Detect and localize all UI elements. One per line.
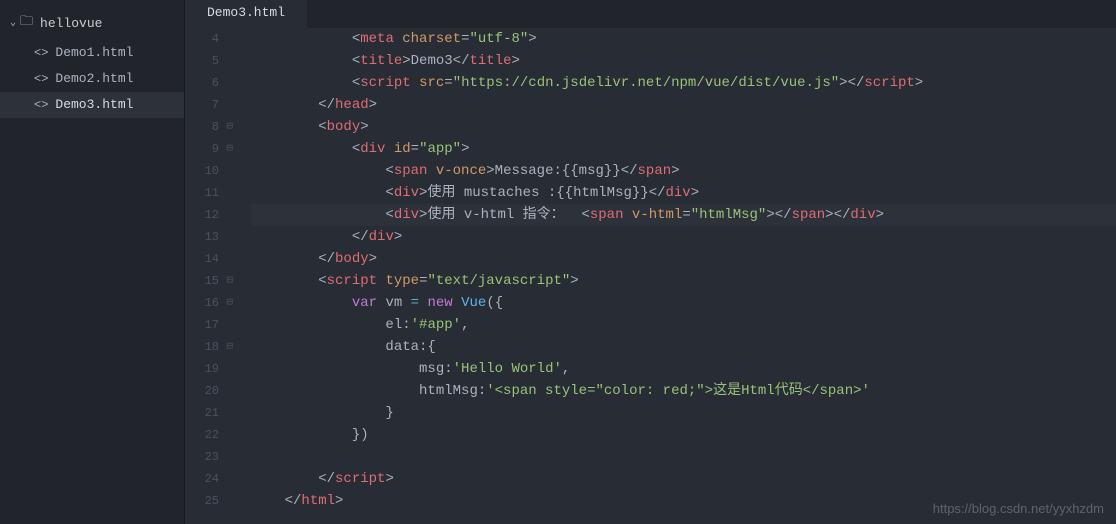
line-number: 23 bbox=[185, 446, 219, 468]
line-number: 6 bbox=[185, 72, 219, 94]
code-line[interactable]: <body> bbox=[251, 116, 1116, 138]
code-line[interactable]: <div>使用 mustaches :{{htmlMsg}}</div> bbox=[251, 182, 1116, 204]
line-number: 8 bbox=[185, 116, 219, 138]
sidebar-item-label: Demo3.html bbox=[55, 96, 133, 114]
code-area[interactable]: <meta charset="utf-8"> <title>Demo3</tit… bbox=[229, 28, 1116, 524]
line-number: 25 bbox=[185, 490, 219, 512]
line-number: 14 bbox=[185, 248, 219, 270]
sidebar-item-label: Demo1.html bbox=[55, 44, 133, 62]
code-line[interactable]: }) bbox=[251, 424, 1116, 446]
line-number: 16 bbox=[185, 292, 219, 314]
file-explorer: ⌄ 🗀 hellovue <> Demo1.html <> Demo2.html… bbox=[0, 0, 185, 524]
code-line[interactable]: } bbox=[251, 402, 1116, 424]
code-line[interactable]: var vm = new Vue({ bbox=[251, 292, 1116, 314]
sidebar-item-demo3[interactable]: <> Demo3.html bbox=[0, 92, 184, 118]
line-number: 5 bbox=[185, 50, 219, 72]
code-line[interactable]: msg:'Hello World', bbox=[251, 358, 1116, 380]
code-line[interactable]: </body> bbox=[251, 248, 1116, 270]
code-line[interactable]: </script> bbox=[251, 468, 1116, 490]
code-line[interactable]: <span v-once>Message:{{msg}}</span> bbox=[251, 160, 1116, 182]
project-name: hellovue bbox=[40, 16, 102, 31]
editor-main: Demo3.html 45678910111213141516171819202… bbox=[185, 0, 1116, 524]
watermark: https://blog.csdn.net/yyxhzdm bbox=[933, 501, 1104, 516]
line-number: 21 bbox=[185, 402, 219, 424]
code-line[interactable]: </head> bbox=[251, 94, 1116, 116]
code-line[interactable]: </div> bbox=[251, 226, 1116, 248]
line-number: 13 bbox=[185, 226, 219, 248]
line-number: 10 bbox=[185, 160, 219, 182]
line-number: 20 bbox=[185, 380, 219, 402]
code-line[interactable]: <div>使用 v-html 指令： <span v-html="htmlMsg… bbox=[251, 204, 1116, 226]
code-line[interactable]: <script src="https://cdn.jsdelivr.net/np… bbox=[251, 72, 1116, 94]
code-file-icon: <> bbox=[34, 70, 48, 88]
line-gutter: 45678910111213141516171819202122232425 bbox=[185, 28, 229, 524]
tab-label: Demo3.html bbox=[207, 5, 285, 20]
sidebar-item-demo2[interactable]: <> Demo2.html bbox=[0, 66, 184, 92]
code-line[interactable]: data:{ bbox=[251, 336, 1116, 358]
code-editor[interactable]: 45678910111213141516171819202122232425 <… bbox=[185, 28, 1116, 524]
line-number: 11 bbox=[185, 182, 219, 204]
line-number: 12 bbox=[185, 204, 219, 226]
code-line[interactable]: <div id="app"> bbox=[251, 138, 1116, 160]
folder-icon: 🗀 bbox=[20, 12, 33, 34]
line-number: 4 bbox=[185, 28, 219, 50]
line-number: 24 bbox=[185, 468, 219, 490]
sidebar-item-label: Demo2.html bbox=[55, 70, 133, 88]
tab-bar: Demo3.html bbox=[185, 0, 1116, 28]
code-line[interactable] bbox=[251, 446, 1116, 468]
project-root[interactable]: ⌄ 🗀 hellovue bbox=[0, 6, 184, 40]
sidebar-item-demo1[interactable]: <> Demo1.html bbox=[0, 40, 184, 66]
line-number: 19 bbox=[185, 358, 219, 380]
code-line[interactable]: <title>Demo3</title> bbox=[251, 50, 1116, 72]
line-number: 18 bbox=[185, 336, 219, 358]
line-number: 7 bbox=[185, 94, 219, 116]
code-line[interactable]: <script type="text/javascript"> bbox=[251, 270, 1116, 292]
chevron-down-icon: ⌄ bbox=[10, 17, 16, 29]
line-number: 9 bbox=[185, 138, 219, 160]
code-line[interactable]: el:'#app', bbox=[251, 314, 1116, 336]
tab-demo3[interactable]: Demo3.html bbox=[185, 0, 307, 28]
line-number: 17 bbox=[185, 314, 219, 336]
code-file-icon: <> bbox=[34, 44, 48, 62]
line-number: 22 bbox=[185, 424, 219, 446]
code-line[interactable]: <meta charset="utf-8"> bbox=[251, 28, 1116, 50]
code-line[interactable]: htmlMsg:'<span style="color: red;">这是Htm… bbox=[251, 380, 1116, 402]
code-file-icon: <> bbox=[34, 96, 48, 114]
line-number: 15 bbox=[185, 270, 219, 292]
